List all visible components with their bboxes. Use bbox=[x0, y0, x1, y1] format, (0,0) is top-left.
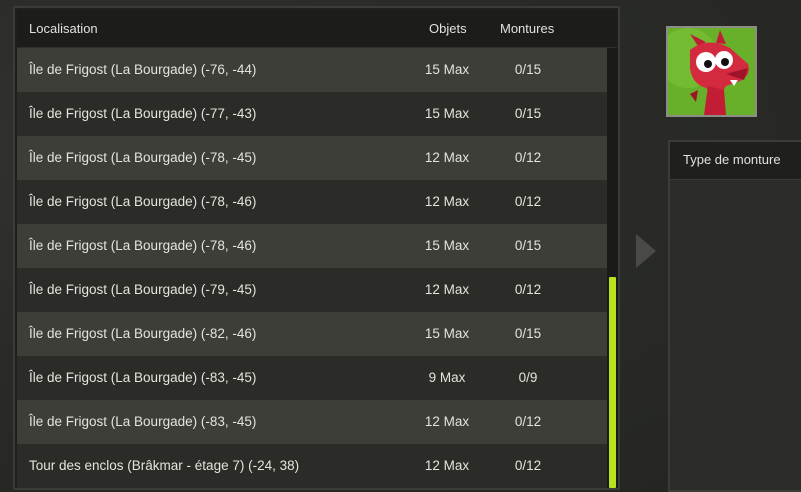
row-mounts: 0/12 bbox=[514, 150, 542, 165]
row-mounts: 0/12 bbox=[514, 194, 542, 209]
arrow-right-icon[interactable] bbox=[636, 234, 656, 268]
table-row[interactable]: Île de Frigost (La Bourgade) (-77, -43) … bbox=[17, 92, 607, 136]
row-location: Île de Frigost (La Bourgade) (-76, -44) bbox=[29, 62, 257, 77]
row-location: Île de Frigost (La Bourgade) (-82, -46) bbox=[29, 326, 257, 341]
table-row[interactable]: Île de Frigost (La Bourgade) (-83, -45) … bbox=[17, 400, 607, 444]
mount-type-header[interactable]: Type de monture bbox=[670, 142, 801, 180]
table-header: Localisation Objets Montures bbox=[17, 10, 617, 48]
scrollbar[interactable] bbox=[607, 48, 618, 488]
paddock-list-window: Localisation Objets Montures Île de Frig… bbox=[0, 0, 801, 492]
row-mounts: 0/15 bbox=[514, 62, 542, 77]
table-row[interactable]: Île de Frigost (La Bourgade) (-79, -45) … bbox=[17, 268, 607, 312]
table-row[interactable]: Île de Frigost (La Bourgade) (-78, -45) … bbox=[17, 136, 607, 180]
row-mounts: 0/15 bbox=[514, 326, 542, 341]
table-row[interactable]: Île de Frigost (La Bourgade) (-78, -46) … bbox=[17, 224, 607, 268]
column-header-objects[interactable]: Objets bbox=[429, 21, 467, 36]
row-mounts: 0/12 bbox=[514, 282, 542, 297]
row-mounts: 0/12 bbox=[514, 458, 542, 473]
row-location: Île de Frigost (La Bourgade) (-77, -43) bbox=[29, 106, 257, 121]
row-location: Île de Frigost (La Bourgade) (-78, -46) bbox=[29, 194, 257, 209]
row-location: Île de Frigost (La Bourgade) (-83, -45) bbox=[29, 414, 257, 429]
table-row[interactable]: Tour des enclos (Brâkmar - étage 7) (-24… bbox=[17, 444, 607, 488]
table-row[interactable]: Île de Frigost (La Bourgade) (-83, -45) … bbox=[17, 356, 607, 400]
table-row[interactable]: Île de Frigost (La Bourgade) (-76, -44) … bbox=[17, 48, 607, 92]
table-row[interactable]: Île de Frigost (La Bourgade) (-82, -46) … bbox=[17, 312, 607, 356]
row-mounts: 0/12 bbox=[514, 414, 542, 429]
row-mounts: 0/15 bbox=[514, 238, 542, 253]
paddock-table: Localisation Objets Montures Île de Frig… bbox=[13, 6, 620, 490]
dragoturkey-icon bbox=[666, 26, 757, 117]
row-mounts: 0/15 bbox=[514, 106, 542, 121]
row-location: Tour des enclos (Brâkmar - étage 7) (-24… bbox=[29, 458, 300, 473]
column-header-location[interactable]: Localisation bbox=[29, 21, 98, 36]
table-row[interactable]: Île de Frigost (La Bourgade) (-78, -46) … bbox=[17, 180, 607, 224]
table-body: Île de Frigost (La Bourgade) (-76, -44) … bbox=[17, 48, 607, 488]
row-location: Île de Frigost (La Bourgade) (-78, -46) bbox=[29, 238, 257, 253]
scrollbar-thumb[interactable] bbox=[609, 276, 616, 488]
column-header-mounts[interactable]: Montures bbox=[500, 21, 554, 36]
mount-type-panel: Type de monture bbox=[668, 140, 801, 492]
row-mounts: 0/9 bbox=[518, 370, 538, 385]
mount-portrait bbox=[668, 28, 755, 115]
row-location: Île de Frigost (La Bourgade) (-79, -45) bbox=[29, 282, 257, 297]
row-location: Île de Frigost (La Bourgade) (-78, -45) bbox=[29, 150, 257, 165]
row-location: Île de Frigost (La Bourgade) (-83, -45) bbox=[29, 370, 257, 385]
